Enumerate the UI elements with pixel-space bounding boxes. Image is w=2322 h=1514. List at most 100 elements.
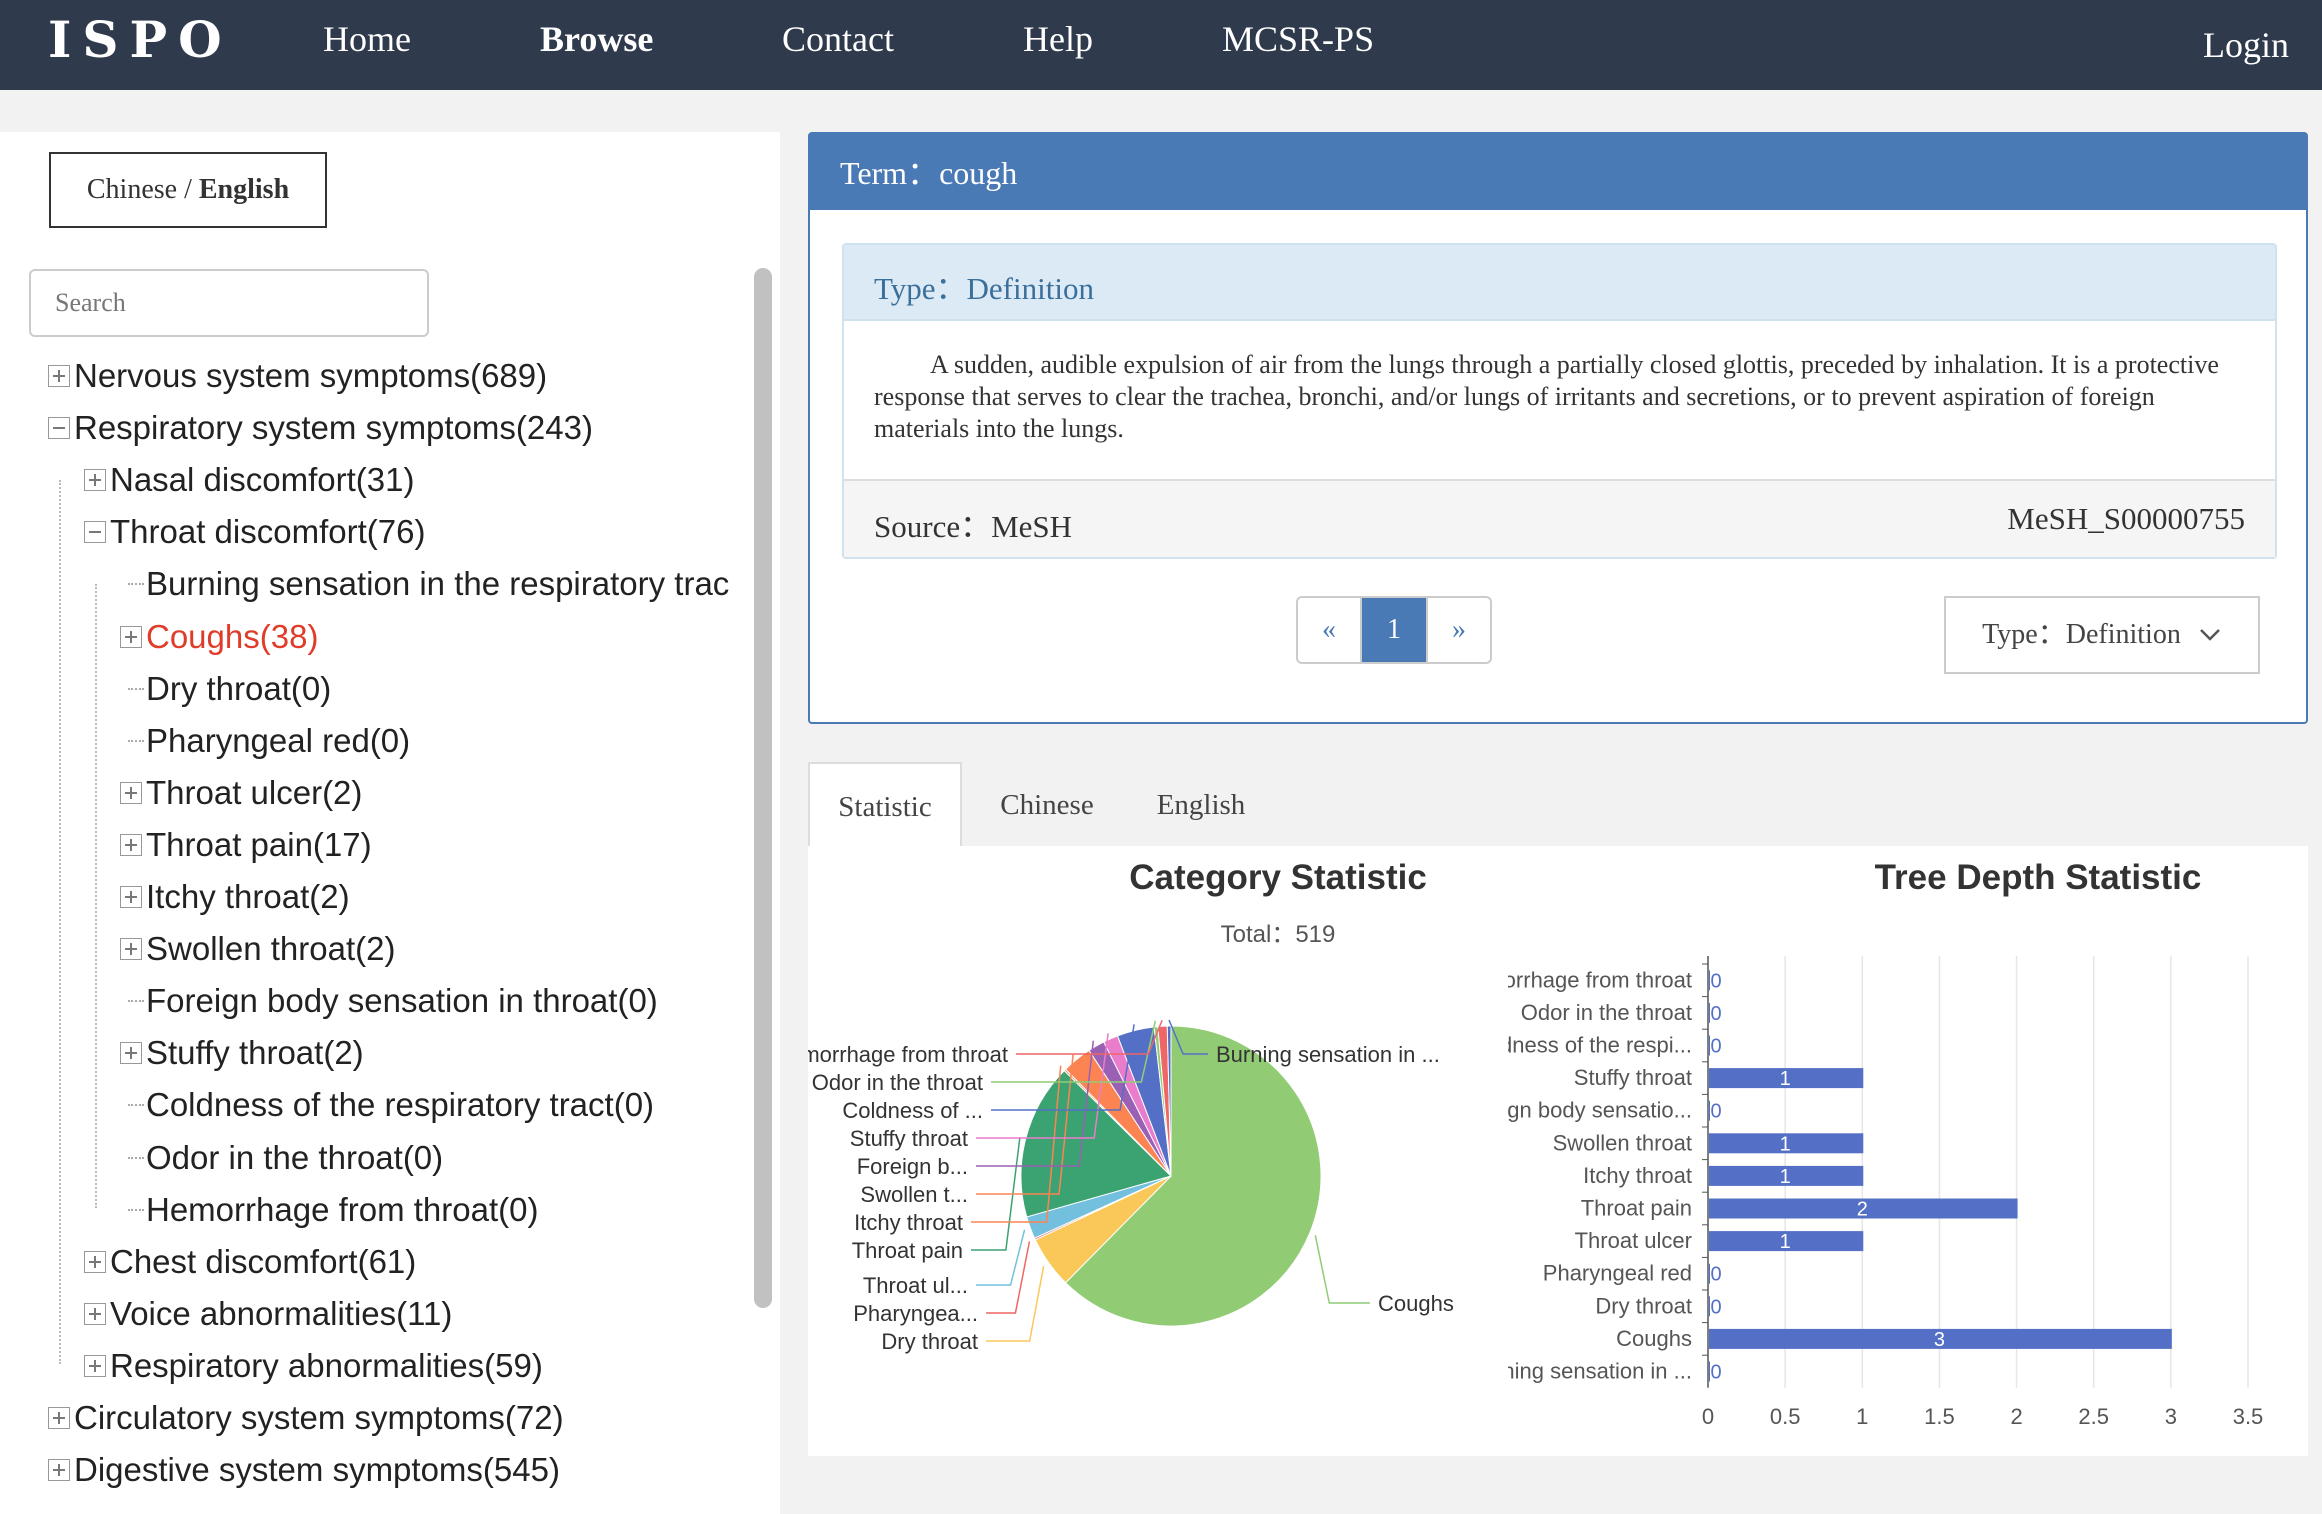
y-category-label: Itchy throat [1583, 1163, 1692, 1188]
tree-node-label: Swollen throat(2) [146, 930, 396, 967]
expand-icon[interactable] [84, 1303, 106, 1325]
expand-icon[interactable] [120, 938, 142, 960]
tree-node[interactable]: Odor in the throat(0) [120, 1132, 443, 1184]
expand-icon[interactable] [120, 1042, 142, 1064]
nav-mcsr-ps[interactable]: MCSR-PS [1222, 18, 1374, 60]
term-panel: Term：cough Type：Definition A sudden, aud… [808, 132, 2308, 724]
tree-node-label: Nervous system symptoms(689) [74, 357, 548, 394]
pie-label: Stuffy throat [850, 1126, 968, 1151]
tree-node[interactable]: Chest discomfort(61) [84, 1236, 416, 1288]
tree-node-label: Nasal discomfort(31) [110, 461, 415, 498]
tree-node[interactable]: Dry throat(0) [120, 663, 331, 715]
tree-node[interactable]: Nervous system symptoms(689) [48, 350, 547, 402]
pie-label: Burning sensation in ... [1216, 1042, 1440, 1067]
tree-node-label: Hemorrhage from throat(0) [146, 1191, 539, 1228]
expand-icon[interactable] [120, 886, 142, 908]
y-category-label: Dry throat [1595, 1293, 1692, 1318]
y-category-label: Hemorrhage from throat [1508, 967, 1692, 992]
tree-node[interactable]: Itchy throat(2) [120, 871, 350, 923]
expand-icon[interactable] [48, 1407, 70, 1429]
prev-page-button[interactable]: « [1298, 598, 1362, 662]
tree-sidebar: Chinese / English Nervous system symptom… [0, 132, 780, 1514]
tab-statistic[interactable]: Statistic [808, 762, 962, 848]
nav-contact[interactable]: Contact [782, 18, 894, 60]
search-input[interactable] [29, 269, 429, 337]
tab-english[interactable]: English [1126, 762, 1276, 848]
bar-value-label: 1 [1780, 1133, 1791, 1155]
source-row: Source：MeSH MeSH_S00000755 [844, 479, 2275, 557]
tree-node-label: Respiratory abnormalities(59) [110, 1347, 543, 1384]
expand-icon[interactable] [84, 469, 106, 491]
tree-node[interactable]: Respiratory abnormalities(59) [84, 1340, 543, 1392]
chevron-down-icon [2199, 629, 2220, 641]
tree-node[interactable]: Coughs(38) [120, 611, 318, 663]
definition-text: A sudden, audible expulsion of air from … [874, 350, 2219, 443]
bar-value-label: 3 [1934, 1329, 1945, 1351]
expand-icon[interactable] [48, 365, 70, 387]
tree-node[interactable]: Throat ulcer(2) [120, 767, 362, 819]
lang-english[interactable]: English [199, 174, 289, 205]
site-logo[interactable]: ISPO [48, 10, 233, 69]
expand-icon[interactable] [84, 1355, 106, 1377]
tree-node[interactable]: Coldness of the respiratory tract(0) [120, 1079, 654, 1131]
pie-label: Hemorrhage from throat [808, 1042, 1008, 1067]
bar-value-label: 1 [1780, 1068, 1791, 1090]
expand-icon[interactable] [48, 1459, 70, 1481]
tree-node[interactable]: Throat pain(17) [120, 819, 372, 871]
tree-node[interactable]: Swollen throat(2) [120, 923, 395, 975]
tree-node[interactable]: Foreign body sensation in throat(0) [120, 975, 658, 1027]
tab-chinese[interactable]: Chinese [972, 762, 1122, 848]
tree-node[interactable]: Burning sensation in the respiratory tra… [120, 558, 729, 610]
tree-node[interactable]: Digestive system symptoms(545) [48, 1444, 560, 1496]
type-select[interactable]: Type：Definition [1944, 596, 2260, 674]
collapse-icon[interactable] [48, 417, 70, 439]
tree-node[interactable]: Respiratory system symptoms(243) [48, 402, 593, 454]
tree-node-label: Coughs(38) [146, 618, 319, 655]
x-tick-label: 2 [2010, 1404, 2022, 1429]
pie-chart-title: Category Statistic [1129, 858, 1427, 897]
x-tick-label: 3 [2165, 1404, 2177, 1429]
nav-home[interactable]: Home [323, 18, 411, 60]
bar-value-label: 0 [1710, 1296, 1721, 1318]
tree-depth-bar-chart: 00.511.522.533.5Hemorrhage from throat0O… [1508, 956, 2263, 1429]
y-category-label: Coughs [1616, 1326, 1692, 1351]
tree-node[interactable]: Throat discomfort(76) [84, 506, 425, 558]
bar-value-label: 2 [1857, 1199, 1868, 1221]
tree-node-label: Odor in the throat(0) [146, 1139, 444, 1176]
pie-label: Coughs [1378, 1291, 1454, 1316]
pie-label: Itchy throat [854, 1210, 963, 1235]
bar-value-label: 0 [1710, 1036, 1721, 1058]
y-category-label: Stuffy throat [1574, 1065, 1692, 1090]
bar-value-label: 0 [1710, 1264, 1721, 1286]
tree-node[interactable]: Stuffy throat(2) [120, 1027, 364, 1079]
tree-node-label: Throat pain(17) [146, 826, 372, 863]
tree-node-label: Throat ulcer(2) [146, 774, 363, 811]
collapse-icon[interactable] [84, 521, 106, 543]
tree-node[interactable]: Circulatory system symptoms(72) [48, 1392, 564, 1444]
expand-icon[interactable] [84, 1251, 106, 1273]
expand-icon[interactable] [120, 782, 142, 804]
tree-node[interactable]: Hemorrhage from throat(0) [120, 1184, 538, 1236]
pie-label: Odor in the throat [812, 1070, 983, 1095]
tree-node-label: Burning sensation in the respiratory tra… [146, 565, 730, 602]
tree-node[interactable]: Nasal discomfort(31) [84, 454, 414, 506]
tree-node-label: Pharyngeal red(0) [146, 722, 411, 759]
tree-node[interactable]: Voice abnormalities(11) [84, 1288, 452, 1340]
source-value: MeSH [991, 509, 1073, 544]
expand-icon[interactable] [120, 626, 142, 648]
x-tick-label: 2.5 [2078, 1404, 2109, 1429]
language-toggle-button[interactable]: Chinese / English [49, 152, 327, 228]
expand-icon[interactable] [120, 834, 142, 856]
login-link[interactable]: Login [2203, 24, 2289, 66]
tree-node-label: Foreign body sensation in throat(0) [146, 982, 658, 1019]
sidebar-scrollbar[interactable] [754, 268, 772, 1308]
nav-help[interactable]: Help [1023, 18, 1093, 60]
pie-label: Dry throat [881, 1329, 978, 1354]
nav-browse[interactable]: Browse [540, 18, 653, 60]
bar-value-label: 1 [1780, 1231, 1791, 1253]
lang-chinese[interactable]: Chinese [87, 174, 177, 205]
pie-label-line [976, 1229, 1026, 1286]
next-page-button[interactable]: » [1426, 598, 1490, 662]
tree-node[interactable]: Pharyngeal red(0) [120, 715, 410, 767]
page-1-button[interactable]: 1 [1362, 598, 1426, 662]
